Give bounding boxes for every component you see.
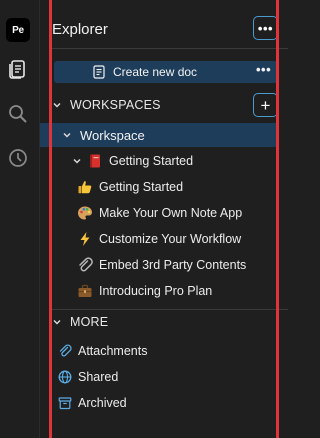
- more-header-label: MORE: [70, 315, 109, 329]
- search-icon[interactable]: [7, 103, 29, 125]
- divider: [52, 309, 288, 310]
- add-workspace-label: +: [260, 95, 271, 115]
- attachments-item[interactable]: Attachments: [58, 341, 147, 361]
- chevron-down-icon: [62, 130, 72, 140]
- tree-item-getting-started[interactable]: Getting Started: [77, 177, 183, 197]
- tree-item-label: Getting Started: [99, 180, 184, 194]
- activity-bar: Pe: [0, 0, 40, 438]
- tree-item-label: Getting Started: [109, 154, 194, 168]
- shared-item[interactable]: Shared: [58, 367, 118, 387]
- lightning-icon: [77, 231, 93, 247]
- workspace-item[interactable]: Workspace: [40, 123, 278, 147]
- app-logo[interactable]: Pe: [6, 18, 30, 42]
- chevron-down-icon: [72, 156, 82, 166]
- annotation-line-right: [276, 0, 279, 438]
- tree-item-introducing-pro-plan[interactable]: Introducing Pro Plan: [77, 281, 212, 301]
- shared-label: Shared: [78, 370, 119, 384]
- thumbs-up-icon: [77, 179, 93, 195]
- explorer-panel: Explorer ••• Create new doc ••• WORKSPAC…: [40, 0, 292, 438]
- tree-item-customize-your-workflow[interactable]: Customize Your Workflow: [77, 229, 241, 249]
- archived-item[interactable]: Archived: [58, 393, 127, 413]
- more-section-header[interactable]: MORE: [52, 313, 108, 331]
- documents-icon[interactable]: [7, 58, 29, 80]
- paperclip-icon: [77, 257, 93, 273]
- briefcase-icon: [77, 283, 93, 299]
- new-doc-icon: [92, 65, 106, 79]
- tree-item-label: Introducing Pro Plan: [99, 284, 213, 298]
- workspace-label: Workspace: [80, 128, 145, 143]
- tree-item-embed-3rd-party-contents[interactable]: Embed 3rd Party Contents: [77, 255, 246, 275]
- tree-item-label: Make Your Own Note App: [99, 206, 243, 220]
- tree-item-make-your-own-note-app[interactable]: Make Your Own Note App: [77, 203, 242, 223]
- explorer-title: Explorer: [52, 21, 108, 38]
- globe-icon: [58, 370, 72, 384]
- explorer-more-label: •••: [257, 20, 274, 36]
- history-clock-icon[interactable]: [7, 147, 29, 169]
- tree-item-getting-started-folder[interactable]: Getting Started: [72, 151, 193, 171]
- add-workspace-button[interactable]: +: [253, 93, 278, 117]
- archive-icon: [58, 396, 72, 410]
- explorer-more-button[interactable]: •••: [253, 16, 278, 40]
- chevron-down-icon: [52, 317, 62, 327]
- attachment-icon: [58, 344, 72, 358]
- divider: [52, 48, 288, 49]
- red-book-icon: [87, 153, 103, 169]
- archived-label: Archived: [78, 396, 127, 410]
- workspaces-section-header[interactable]: WORKSPACES: [52, 96, 161, 114]
- annotation-line-left: [49, 0, 52, 438]
- attachments-label: Attachments: [78, 344, 148, 358]
- create-new-doc-button[interactable]: Create new doc •••: [54, 61, 278, 83]
- chevron-down-icon: [52, 100, 62, 110]
- create-more-button[interactable]: •••: [256, 62, 271, 77]
- create-new-doc-label: Create new doc: [113, 65, 198, 79]
- app-logo-text: Pe: [12, 24, 24, 36]
- tree-item-label: Embed 3rd Party Contents: [99, 258, 247, 272]
- workspaces-header-label: WORKSPACES: [70, 98, 161, 112]
- palette-icon: [77, 205, 93, 221]
- tree-item-label: Customize Your Workflow: [99, 232, 242, 246]
